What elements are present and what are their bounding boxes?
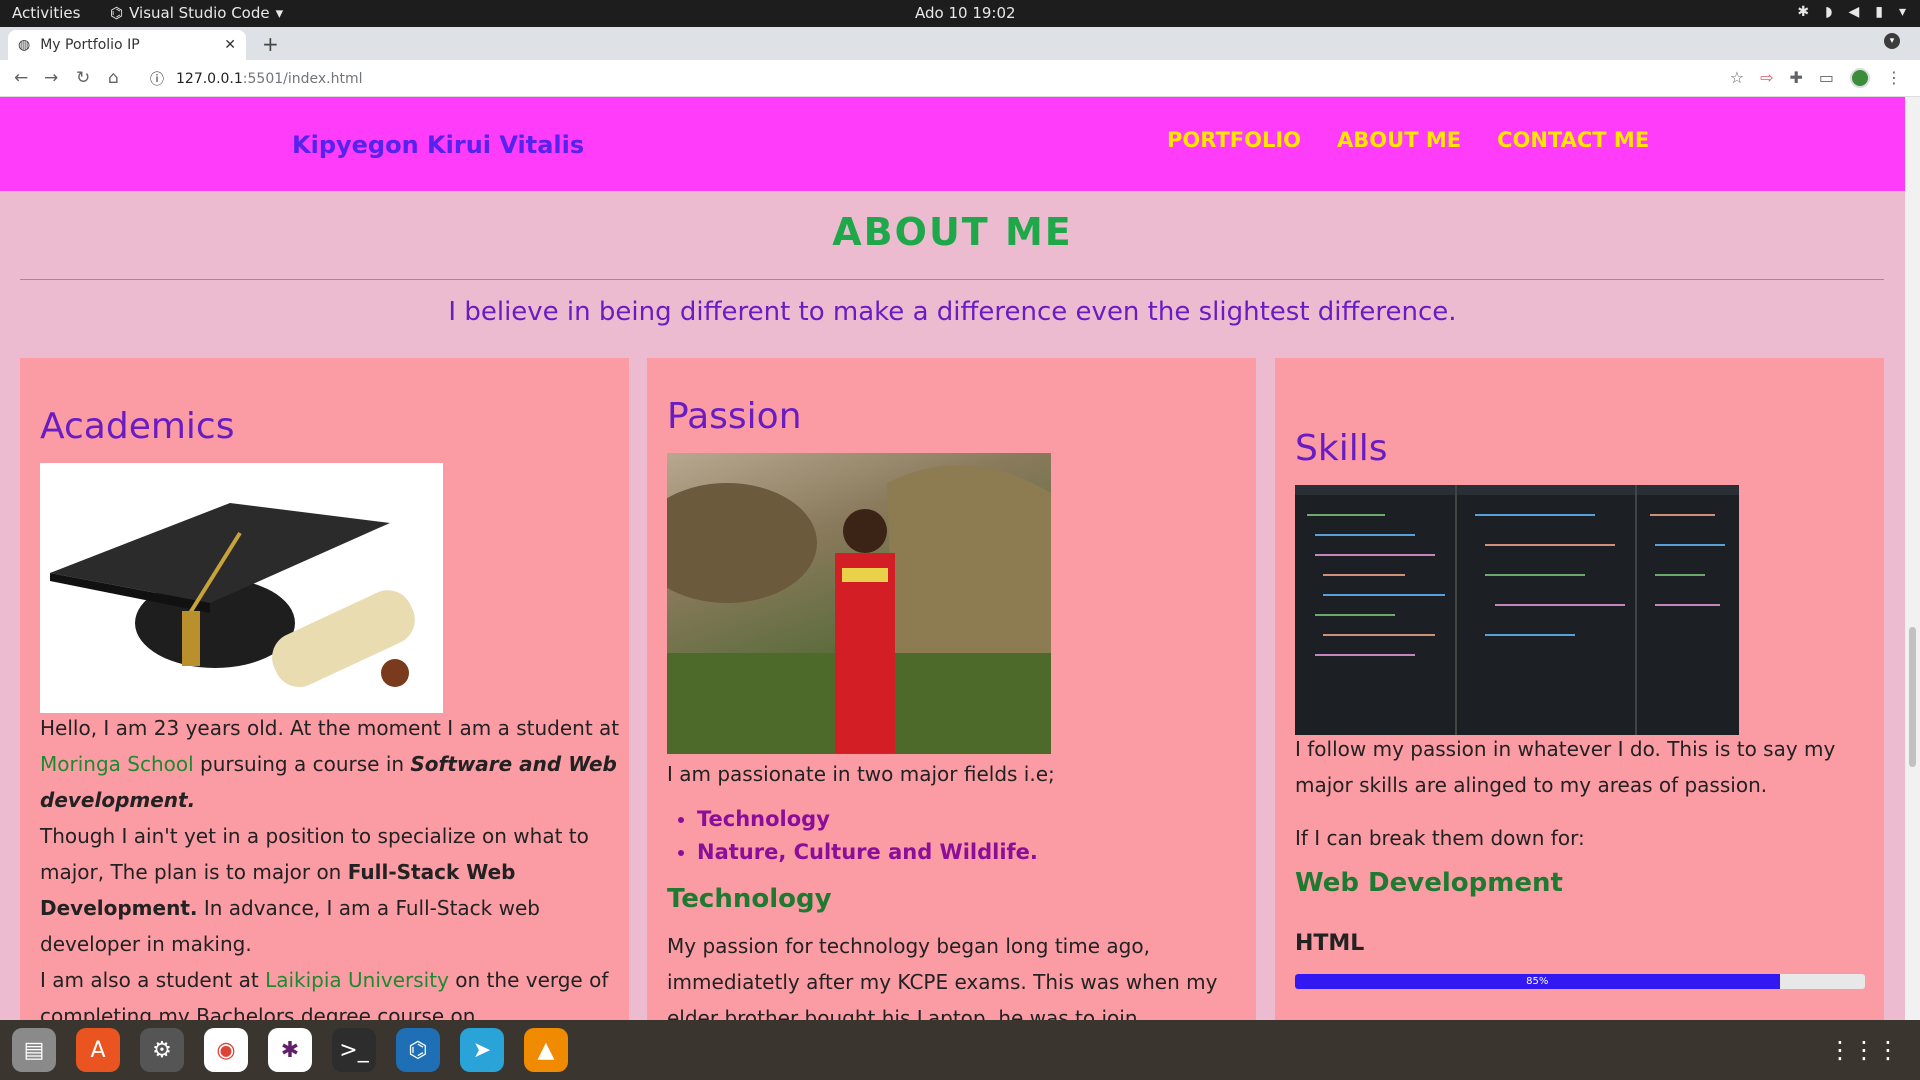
list-item: Nature, Culture and Wildlife. <box>697 836 1038 869</box>
dock: ▤ A ⚙ ◉ ✱ >_ ⌬ ➤ ▲ ⋮⋮⋮ <box>0 1020 1920 1080</box>
home-icon[interactable]: ⌂ <box>108 68 119 88</box>
tab-search-icon[interactable]: ▾ <box>1884 33 1900 49</box>
software-center-icon[interactable]: A <box>76 1028 120 1072</box>
skills-card: Skills I follow my passion in whatever I… <box>1275 358 1884 1020</box>
files-icon[interactable]: ▤ <box>12 1028 56 1072</box>
academics-text: Hello, I am 23 years old. At the moment … <box>40 710 620 1020</box>
chevron-down-icon: ▾ <box>275 4 284 22</box>
browser-tab[interactable]: ◍ My Portfolio IP ✕ <box>8 30 246 60</box>
power-menu-icon[interactable]: ▾ <box>1899 4 1906 20</box>
vscode-dock-icon[interactable]: ⌬ <box>396 1028 440 1072</box>
moringa-school-link[interactable]: Moringa School <box>40 752 194 776</box>
passion-list: Technology Nature, Culture and Wildlife. <box>697 803 1038 869</box>
site-brand[interactable]: Kipyegon Kirui Vitalis <box>292 131 584 159</box>
academics-paragraph-2: Though I ain't yet in a position to spec… <box>40 824 589 956</box>
terminal-icon[interactable]: >_ <box>332 1028 376 1072</box>
passion-intro: I am passionate in two major fields i.e; <box>667 762 1055 786</box>
browser-toolbar: ← → ↻ ⌂ ⓘ 127.0.0.1:5501/index.html ☆ ⇨ … <box>0 60 1920 97</box>
section-title: ABOUT ME <box>832 210 1073 254</box>
browser-tab-strip: ◍ My Portfolio IP ✕ <box>0 27 1920 60</box>
globe-icon: ◍ <box>18 37 31 53</box>
address-bar[interactable]: ⓘ 127.0.0.1:5501/index.html <box>142 65 1742 92</box>
site-menu: PORTFOLIO ABOUT ME CONTACT ME <box>1167 128 1649 152</box>
wifi-icon[interactable]: ◗ <box>1825 4 1832 20</box>
technology-heading: Technology <box>667 884 832 914</box>
code-editor-image <box>1295 485 1739 735</box>
skills-paragraph-2: If I can break them down for: <box>1295 826 1585 850</box>
graduation-cap-image <box>40 463 443 713</box>
skill-html-bar: 85% <box>1295 974 1865 989</box>
app-menu[interactable]: ⌬ Visual Studio Code ▾ <box>110 4 283 22</box>
reload-icon[interactable]: ↻ <box>76 68 90 88</box>
page-scrollbar[interactable] <box>1905 97 1920 1020</box>
info-icon[interactable]: ⓘ <box>150 69 164 89</box>
vlc-icon[interactable]: ▲ <box>524 1028 568 1072</box>
slack-icon[interactable]: ✱ <box>268 1028 312 1072</box>
volume-icon[interactable]: ◀ <box>1848 4 1859 20</box>
close-tab-icon[interactable]: ✕ <box>224 37 236 53</box>
clock[interactable]: Ado 10 19:02 <box>915 4 1016 22</box>
scrollbar-thumb[interactable] <box>1909 627 1916 767</box>
academics-paragraph-3: I am also a student at Laikipia Universi… <box>40 968 609 1020</box>
page-viewport: Kipyegon Kirui Vitalis PORTFOLIO ABOUT M… <box>0 97 1905 1020</box>
bookmark-star-icon[interactable]: ☆ <box>1730 68 1744 88</box>
passion-title: Passion <box>667 396 802 437</box>
telegram-icon[interactable]: ➤ <box>460 1028 504 1072</box>
battery-icon[interactable]: ▮ <box>1875 4 1883 20</box>
academics-title: Academics <box>40 406 235 447</box>
list-item: Technology <box>697 803 1038 836</box>
academics-card: Academics Hello, I am 23 years old. At t… <box>20 358 629 1020</box>
tab-title: My Portfolio IP <box>40 37 140 53</box>
skills-title: Skills <box>1295 428 1388 469</box>
nav-about-me[interactable]: ABOUT ME <box>1337 128 1461 152</box>
forward-icon[interactable]: → <box>44 68 58 88</box>
vscode-icon: ⌬ <box>110 4 124 22</box>
url-text: 127.0.0.1:5501/index.html <box>176 70 363 87</box>
back-icon[interactable]: ← <box>14 68 28 88</box>
web-development-heading: Web Development <box>1295 868 1563 898</box>
system-tray[interactable]: ✱ ◗ ◀ ▮ ▾ <box>1797 4 1906 20</box>
passion-card: Passion I am passionate in two major fie… <box>647 358 1256 1020</box>
puzzle-icon[interactable]: ✚ <box>1789 68 1802 88</box>
cast-icon[interactable]: ▭ <box>1819 68 1834 88</box>
app-name: Visual Studio Code <box>129 4 270 22</box>
menu-kebab-icon[interactable]: ⋮ <box>1886 68 1902 88</box>
site-navbar: Kipyegon Kirui Vitalis PORTFOLIO ABOUT M… <box>0 97 1905 191</box>
maasai-warrior-photo <box>647 453 1051 754</box>
extensions-area: ☆ ⇨ ✚ ▭ ⋮ <box>1730 68 1902 88</box>
chrome-icon[interactable]: ◉ <box>204 1028 248 1072</box>
new-tab-button[interactable]: + <box>262 32 279 56</box>
laikipia-university-link[interactable]: Laikipia University <box>265 968 449 992</box>
academics-paragraph-1: Hello, I am 23 years old. At the moment … <box>40 716 620 812</box>
system-top-bar: Activities ⌬ Visual Studio Code ▾ Ado 10… <box>0 0 1920 27</box>
skills-paragraph-1: I follow my passion in whatever I do. Th… <box>1295 737 1836 797</box>
slack-tray-icon[interactable]: ✱ <box>1797 4 1809 20</box>
divider <box>20 279 1884 280</box>
motto: I believe in being different to make a d… <box>448 297 1457 327</box>
technology-body: My passion for technology began long tim… <box>667 934 1218 1020</box>
nav-contact-me[interactable]: CONTACT ME <box>1497 128 1649 152</box>
show-applications-icon[interactable]: ⋮⋮⋮ <box>1828 1036 1900 1064</box>
nav-portfolio[interactable]: PORTFOLIO <box>1167 128 1301 152</box>
extension-icon[interactable]: ⇨ <box>1760 68 1773 88</box>
profile-avatar[interactable] <box>1850 68 1870 88</box>
activities-button[interactable]: Activities <box>12 4 80 22</box>
skill-html-fill: 85% <box>1295 974 1780 989</box>
skill-html-label: HTML <box>1295 931 1365 956</box>
settings-icon[interactable]: ⚙ <box>140 1028 184 1072</box>
